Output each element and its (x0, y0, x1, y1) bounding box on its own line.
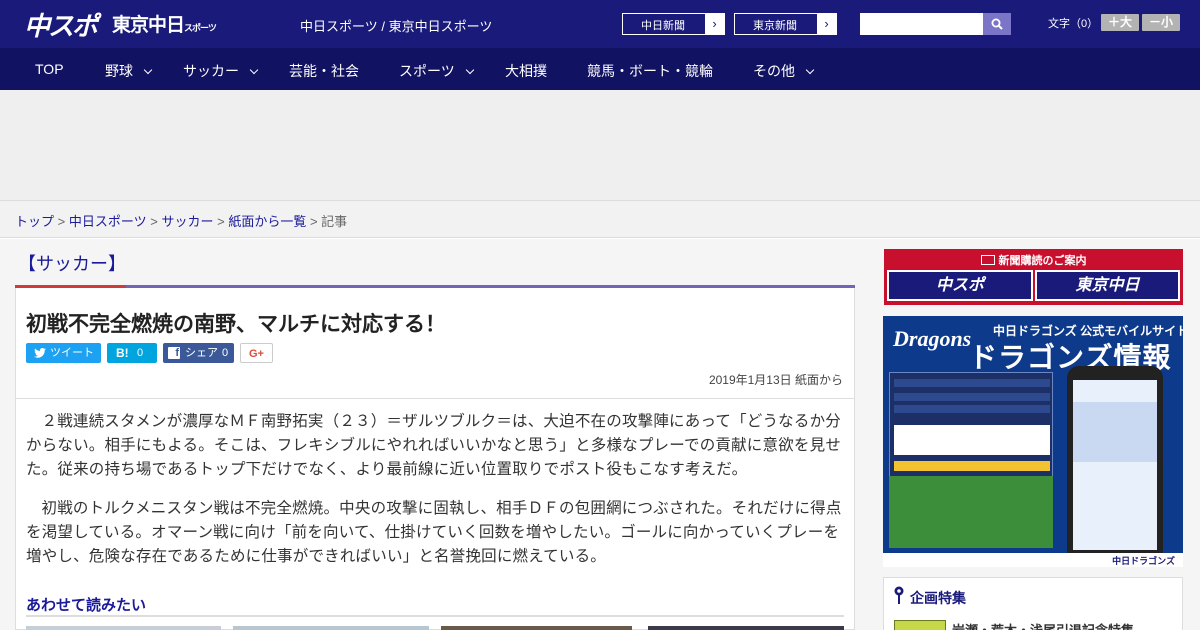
tokyo-shimbun-link[interactable]: 東京新聞 › (734, 13, 837, 35)
nav-item-other[interactable]: その他 (753, 61, 815, 81)
scoreboard-row (894, 379, 1050, 387)
nav-item-label: スポーツ (399, 63, 455, 79)
nav-item-label: TOP (35, 61, 64, 77)
subscribe-tokyo-chunichi-link[interactable]: 東京中日 (1035, 270, 1180, 301)
google-plus-icon: G+ (249, 348, 264, 360)
hatena-icon: B! (116, 346, 129, 360)
subscription-title: 新聞購読のご案内 (884, 252, 1183, 268)
breadcrumb-separator: > (57, 214, 66, 229)
scoreboard-row (894, 393, 1050, 401)
chunichi-sports-logo[interactable]: 中スポ (24, 6, 98, 43)
article-headline: 初戦不完全燃焼の南野、マルチに対応する！ (26, 313, 446, 336)
dragons-logo: Dragons (893, 326, 972, 351)
facebook-count: 0 (222, 347, 229, 359)
baseball-field-illustration (889, 476, 1053, 548)
related-article-thumbnail[interactable] (26, 626, 221, 630)
breadcrumb-bar: トップ > 中日スポーツ > サッカー > 紙面から一覧 > 記事 (0, 200, 1200, 238)
tokyo-chunichi-logo[interactable]: 東京中日スポーツ (112, 10, 217, 37)
chevron-down-icon (143, 65, 153, 75)
newspaper-icon (980, 255, 995, 265)
article-dateline: 2019年1月13日 紙面から (708, 373, 843, 387)
highlight-strip (894, 461, 1050, 471)
subscription-title-text: 新聞購読のご案内 (998, 255, 1087, 267)
nav-item-label: サッカー (183, 63, 239, 79)
breadcrumb-link-soccer[interactable]: サッカー (161, 214, 213, 229)
font-size-decrease-button[interactable]: －小 (1142, 14, 1180, 31)
breadcrumb-separator: > (217, 214, 225, 229)
chevron-down-icon (805, 65, 815, 75)
article-divider (16, 398, 854, 399)
breadcrumb-separator: > (309, 214, 318, 229)
article-paragraph: 初戦のトルクメニスタン戦は不完全燃焼。中央の攻撃に固執し、相手ＤＦの包囲網につぶ… (26, 500, 842, 565)
chevron-right-icon: › (817, 14, 836, 34)
breadcrumb-link-chunichi-sports[interactable]: 中日スポーツ (69, 214, 147, 229)
related-articles-divider (26, 615, 844, 617)
site-title: 中日スポーツ / 東京中日スポーツ (300, 19, 493, 34)
scoreboard-row (894, 405, 1050, 413)
nav-item-label: 芸能・社会 (289, 63, 359, 79)
site-header: 中スポ 東京中日スポーツ 中日スポーツ / 東京中日スポーツ 中日新聞 › 東京… (0, 0, 1200, 48)
google-plus-button[interactable]: G+ (240, 343, 273, 363)
global-nav: TOP 野球 サッカー 芸能・社会 スポーツ 大相撲 競馬・ボート・競輪 その他 (0, 48, 1200, 90)
nav-item-label: その他 (753, 63, 795, 79)
nav-item-sports[interactable]: スポーツ (399, 61, 474, 81)
score-panel (894, 425, 1050, 455)
search-button[interactable] (983, 13, 1011, 35)
category-heading: 【サッカー】 (18, 254, 126, 274)
subscription-box: 新聞購読のご案内 中スポ 東京中日 (884, 249, 1183, 305)
phone-hero-image (1073, 402, 1157, 462)
chunichi-shimbun-label: 中日新聞 (641, 20, 685, 32)
feature-item-link[interactable]: 岩瀬・荒木・浅尾引退記念特集 (952, 620, 1134, 630)
feature-thumbnail[interactable] (894, 620, 946, 630)
breadcrumb-current: 記事 (321, 214, 348, 229)
related-article-thumbnail[interactable] (441, 626, 632, 630)
chevron-down-icon (249, 65, 259, 75)
tokyo-chunichi-logo-text: 東京中日 (112, 15, 185, 36)
breadcrumb-link-top[interactable]: トップ (15, 214, 54, 229)
font-size-increase-button[interactable]: ＋大 (1101, 14, 1139, 31)
tweet-label: ツイート (50, 347, 94, 359)
tweet-button[interactable]: ツイート (26, 343, 101, 363)
chunichi-shimbun-link[interactable]: 中日新聞 › (622, 13, 725, 35)
font-size-label: 文字（0） (1048, 18, 1099, 30)
nav-item-racing[interactable]: 競馬・ボート・競輪 (587, 61, 713, 81)
related-articles-heading: あわせて読みたい (26, 597, 147, 614)
article-paragraph: ２戦連続スタメンが濃厚なＭＦ南野拓実（２３）＝ザルツブルク＝は、大迫不在の攻撃陣… (26, 413, 842, 478)
tokyo-shimbun-label: 東京新聞 (753, 20, 797, 32)
facebook-icon: f (168, 347, 180, 359)
facebook-share-label: シェア (185, 347, 218, 359)
dragons-mobile-banner[interactable]: Dragons 中日ドラゴンズ 公式モバイルサイト ドラゴンズ情報 中日ドラゴン… (883, 316, 1183, 567)
search-icon (991, 18, 1003, 30)
breadcrumb-separator: > (150, 214, 158, 229)
related-article-thumbnail[interactable] (233, 626, 429, 630)
nav-item-soccer[interactable]: サッカー (183, 61, 259, 81)
hatena-count: 0 (137, 347, 144, 359)
nav-item-entertainment[interactable]: 芸能・社会 (289, 61, 359, 81)
ad-area (0, 90, 1200, 200)
banner-footer: 中日ドラゴンズ (883, 553, 1183, 567)
nav-item-baseball[interactable]: 野球 (105, 61, 153, 81)
twitter-bird-icon (34, 348, 46, 358)
tokyo-chunichi-logo-small: スポーツ (184, 23, 217, 33)
chevron-right-icon: › (705, 14, 724, 34)
nav-item-top[interactable]: TOP (35, 61, 64, 77)
nav-item-label: 野球 (105, 63, 133, 79)
search-input[interactable] (860, 13, 983, 35)
nav-item-label: 大相撲 (505, 63, 547, 79)
banner-footer-text: 中日ドラゴンズ (1112, 556, 1175, 566)
hatena-bookmark-button[interactable]: B! 0 (107, 343, 157, 363)
related-article-thumbnail[interactable] (648, 626, 844, 630)
phone-illustration (1067, 366, 1163, 562)
nav-item-label: 競馬・ボート・競輪 (587, 63, 713, 79)
breadcrumb: トップ > 中日スポーツ > サッカー > 紙面から一覧 > 記事 (15, 211, 347, 230)
chevron-down-icon (465, 65, 474, 75)
subscribe-chunichi-sports-link[interactable]: 中スポ (887, 270, 1033, 301)
facebook-share-button[interactable]: f シェア 0 (163, 343, 234, 363)
feature-section: 企画特集 岩瀬・荒木・浅尾引退記念特集 (883, 577, 1183, 630)
pin-icon (894, 586, 904, 604)
breadcrumb-link-paper-list[interactable]: 紙面から一覧 (228, 214, 306, 229)
feature-section-title: 企画特集 (910, 590, 966, 606)
nav-item-sumo[interactable]: 大相撲 (505, 61, 547, 81)
